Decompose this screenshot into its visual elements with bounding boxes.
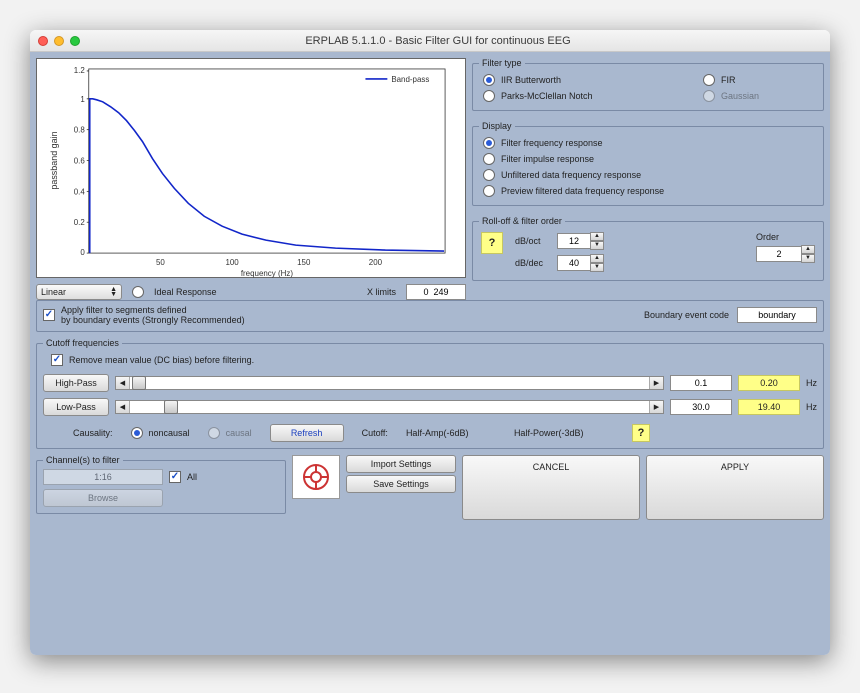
close-icon[interactable] <box>38 36 48 46</box>
fir-radio[interactable] <box>703 74 715 86</box>
lowpass-value-input[interactable] <box>670 399 732 415</box>
rolloff-help-button[interactable]: ? <box>481 232 503 254</box>
highpass-slider[interactable]: ◀ ▶ <box>115 376 664 390</box>
arrow-right-icon[interactable]: ▶ <box>649 401 663 413</box>
import-settings-button[interactable]: Import Settings <box>346 455 456 473</box>
dboct-spinner[interactable]: ▲▼ <box>557 232 604 250</box>
lifebuoy-icon[interactable] <box>292 455 340 499</box>
all-channels-check[interactable] <box>169 471 181 483</box>
svg-text:1: 1 <box>80 95 85 104</box>
lowpass-half-display: 19.40 <box>738 399 800 415</box>
xlimits-input[interactable] <box>406 284 466 300</box>
refresh-button[interactable]: Refresh <box>270 424 344 442</box>
svg-text:0.2: 0.2 <box>74 218 86 227</box>
apply-boundary-check[interactable] <box>43 309 55 321</box>
titlebar: ERPLAB 5.1.1.0 - Basic Filter GUI for co… <box>30 30 830 52</box>
display-impulse-radio[interactable] <box>483 153 495 165</box>
filter-response-plot: 0 0.2 0.4 0.6 0.8 1 1.2 <box>36 58 466 278</box>
apply-button[interactable]: APPLY <box>646 455 824 520</box>
minimize-icon[interactable] <box>54 36 64 46</box>
svg-text:100: 100 <box>225 258 239 267</box>
step-up-icon[interactable]: ▲ <box>801 245 815 254</box>
display-freq-radio[interactable] <box>483 137 495 149</box>
plot-panel: 0 0.2 0.4 0.6 0.8 1 1.2 <box>36 58 466 300</box>
lowpass-slider[interactable]: ◀ ▶ <box>115 400 664 414</box>
svg-text:Band-pass: Band-pass <box>391 75 429 84</box>
boundary-group: Apply filter to segments defined by boun… <box>36 300 824 332</box>
browse-button: Browse <box>43 489 163 507</box>
slider-thumb[interactable] <box>132 376 146 390</box>
ylabel: passband gain <box>49 131 59 189</box>
app-window: ERPLAB 5.1.1.0 - Basic Filter GUI for co… <box>30 30 830 655</box>
arrow-left-icon[interactable]: ◀ <box>116 401 130 413</box>
channels-input <box>43 469 163 485</box>
svg-text:0.4: 0.4 <box>74 187 86 196</box>
pm-notch-radio[interactable] <box>483 90 495 102</box>
svg-text:200: 200 <box>369 258 383 267</box>
ideal-response-radio[interactable] <box>132 286 144 298</box>
save-settings-button[interactable]: Save Settings <box>346 475 456 493</box>
noncausal-radio[interactable] <box>131 427 143 439</box>
remove-dc-check[interactable] <box>51 354 63 366</box>
highpass-button[interactable]: High-Pass <box>43 374 109 392</box>
svg-text:0.6: 0.6 <box>74 157 86 166</box>
app-body: 0 0.2 0.4 0.6 0.8 1 1.2 <box>30 52 830 655</box>
iir-radio[interactable] <box>483 74 495 86</box>
cancel-button[interactable]: CANCEL <box>462 455 640 520</box>
display-preview-radio[interactable] <box>483 185 495 197</box>
step-up-icon[interactable]: ▲ <box>590 254 604 263</box>
cutoff-help-button[interactable]: ? <box>632 424 650 442</box>
chevron-updown-icon: ▲▼ <box>110 287 117 297</box>
channels-group: Channel(s) to filter Browse All <box>36 455 286 514</box>
filter-type-group: Filter type IIR Butterworth FIR Parks-Mc… <box>472 58 824 111</box>
ideal-response-label: Ideal Response <box>154 287 217 297</box>
arrow-left-icon[interactable]: ◀ <box>116 377 130 389</box>
display-group: Display Filter frequency response Filter… <box>472 121 824 206</box>
cutoff-group: Cutoff frequencies Remove mean value (DC… <box>36 338 824 449</box>
rolloff-group: Roll-off & filter order ? dB/oct ▲▼ <box>472 216 824 281</box>
xlabel: frequency (Hz) <box>241 269 294 278</box>
svg-text:0.8: 0.8 <box>74 126 86 135</box>
step-down-icon[interactable]: ▼ <box>801 254 815 263</box>
dbdec-spinner[interactable]: ▲▼ <box>557 254 604 272</box>
step-down-icon[interactable]: ▼ <box>590 241 604 250</box>
xlimits-label: X limits <box>367 287 396 297</box>
svg-text:150: 150 <box>297 258 311 267</box>
step-down-icon[interactable]: ▼ <box>590 263 604 272</box>
svg-text:1.2: 1.2 <box>74 66 86 75</box>
highpass-half-display: 0.20 <box>738 375 800 391</box>
boundary-code-input[interactable] <box>737 307 817 323</box>
scale-select[interactable]: Linear ▲▼ <box>36 284 122 300</box>
causal-radio <box>208 427 220 439</box>
lowpass-button[interactable]: Low-Pass <box>43 398 109 416</box>
order-spinner[interactable]: ▲▼ <box>756 245 815 263</box>
arrow-right-icon[interactable]: ▶ <box>649 377 663 389</box>
highpass-value-input[interactable] <box>670 375 732 391</box>
svg-text:0: 0 <box>80 248 85 257</box>
display-unfiltered-radio[interactable] <box>483 169 495 181</box>
slider-thumb[interactable] <box>164 400 178 414</box>
step-up-icon[interactable]: ▲ <box>590 232 604 241</box>
svg-text:50: 50 <box>156 258 165 267</box>
zoom-icon[interactable] <box>70 36 80 46</box>
gaussian-radio <box>703 90 715 102</box>
window-title: ERPLAB 5.1.1.0 - Basic Filter GUI for co… <box>94 35 822 47</box>
